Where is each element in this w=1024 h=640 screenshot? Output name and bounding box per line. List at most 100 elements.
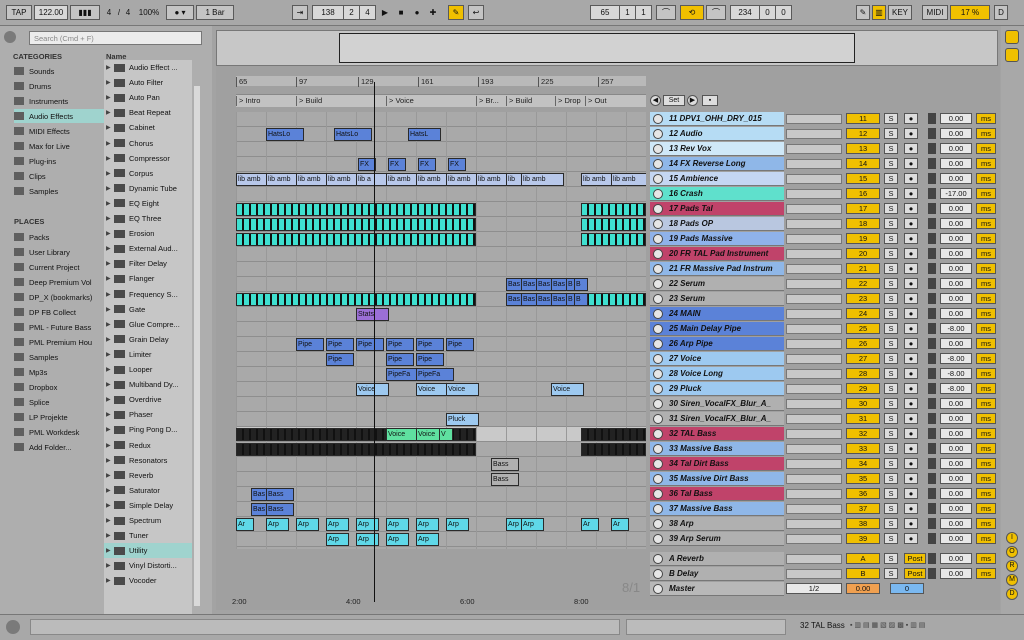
solo-button[interactable]: S [884,338,898,349]
track-activator-icon[interactable] [653,278,663,289]
clip[interactable]: Pipe [326,338,354,351]
delay-unit-button[interactable]: ms [976,248,996,259]
track-activator-icon[interactable] [653,383,663,394]
follow-icon[interactable]: ⇥ [292,5,308,20]
track-header[interactable]: 24 MAIN [650,307,784,321]
expand-icon[interactable]: ▶ [106,124,114,131]
info-view-icon[interactable] [6,620,20,634]
midi-clip-strip[interactable] [581,293,646,306]
metronome-icon[interactable]: ▮▮▮ [70,5,100,20]
delay-unit-button[interactable]: ms [976,568,996,579]
overview-viewport[interactable] [339,33,855,63]
clip[interactable]: Bass [266,503,294,516]
browser-item[interactable]: ▶ Grain Delay [104,332,192,347]
expand-icon[interactable]: ▶ [106,411,114,418]
arm-icon[interactable]: ● [904,233,918,244]
clip[interactable]: Pipe [356,338,384,351]
track-name[interactable]: 17 Pads Tal [669,204,713,213]
track-number-button[interactable]: 27 [846,353,880,364]
browser-item[interactable]: ▶ Resonators [104,453,192,468]
expand-icon[interactable]: ▶ [106,442,114,449]
track-activator-icon[interactable] [653,308,663,319]
track-lane[interactable] [236,487,646,502]
midi-clip-strip[interactable] [236,443,476,456]
track-activator-icon[interactable] [653,503,663,514]
expand-icon[interactable]: ▶ [106,245,114,252]
tap-button[interactable]: TAP [6,5,32,20]
expand-icon[interactable]: ▶ [106,215,114,222]
volume-field[interactable]: -8.00 [940,383,972,394]
track-activator-icon[interactable] [653,458,663,469]
track-lane[interactable] [236,412,646,427]
place-item[interactable]: DP FB Collect [14,305,104,319]
master-number[interactable]: 0 [890,583,924,594]
track-lane[interactable] [236,262,646,277]
category-audio-effects[interactable]: Audio Effects [14,109,104,123]
track-name[interactable]: 28 Voice Long [669,369,723,378]
arrangement-lanes[interactable]: HatsLo HatsLo HatsL FX FX FX FX lib amb lib amb l… [236,112,646,549]
io-toggle-m[interactable]: M [1006,574,1018,586]
master-cue-volume[interactable]: 0.00 [846,583,880,594]
expand-icon[interactable]: ▶ [106,109,114,116]
browser-item[interactable]: ▶ Chorus [104,136,192,151]
delay-unit-button[interactable]: ms [976,503,996,514]
track-name[interactable]: 30 Siren_VocalFX_Blur_A_ [669,399,771,408]
arm-icon[interactable]: ● [904,383,918,394]
clip[interactable]: Bass [491,473,519,486]
solo-button[interactable]: S [884,323,898,334]
sig-denominator[interactable]: 4 [121,5,135,20]
solo-button[interactable]: S [884,218,898,229]
clip[interactable]: Pipe [296,338,324,351]
expand-icon[interactable]: ▶ [106,472,114,479]
browser-item[interactable]: ▶ Erosion [104,226,192,241]
arm-icon[interactable]: ● [904,503,918,514]
expand-icon[interactable]: ▶ [106,426,114,433]
track-header[interactable]: 28 Voice Long [650,367,784,381]
solo-button[interactable]: S [884,568,898,579]
track-header[interactable]: 20 FR TAL Pad Instrument [650,247,784,261]
track-activator-icon[interactable] [653,428,663,439]
track-header[interactable]: 33 Massive Bass [650,442,784,456]
track-activator-icon[interactable] [653,553,663,564]
track-header[interactable]: 34 Tal Dirt Bass [650,457,784,471]
track-number-button[interactable]: 38 [846,518,880,529]
solo-button[interactable]: S [884,263,898,274]
volume-field[interactable]: 0.00 [940,218,972,229]
track-header[interactable]: 39 Arp Serum [650,532,784,546]
track-header[interactable]: 17 Pads Tal [650,202,784,216]
track-name[interactable]: 16 Crash [669,189,703,198]
track-activator-icon[interactable] [653,188,663,199]
fold-icon[interactable]: ▪ [702,95,718,106]
master-output-select[interactable]: 1/2 [786,583,842,594]
volume-field[interactable]: 0.00 [940,518,972,529]
clip[interactable]: HatsLo [334,128,372,141]
solo-button[interactable]: S [884,488,898,499]
browser-item[interactable]: ▶ Reverb [104,468,192,483]
track-activator-icon[interactable] [653,533,663,544]
arm-icon[interactable]: ● [904,353,918,364]
track-activator-icon[interactable] [653,583,663,594]
arm-icon[interactable]: ● [904,308,918,319]
volume-field[interactable]: 0.00 [940,473,972,484]
browser-item[interactable]: ▶ External Aud... [104,241,192,256]
track-activator-icon[interactable] [653,158,663,169]
clip[interactable]: Arp [266,518,289,531]
computer-keyboard-icon[interactable]: ▥ [872,5,886,20]
clip[interactable]: Voice [551,383,584,396]
expand-icon[interactable]: ▶ [106,275,114,282]
delay-unit-button[interactable]: ms [976,473,996,484]
track-number-button[interactable]: 22 [846,278,880,289]
track-name[interactable]: 34 Tal Dirt Bass [669,459,729,468]
track-header[interactable]: 38 Arp [650,517,784,531]
stop-icon[interactable]: ■ [394,5,408,20]
arm-icon[interactable]: ● [904,488,918,499]
clip[interactable]: Arp [356,518,379,531]
record-mode-icon[interactable]: ● ▾ [166,5,194,20]
track-name[interactable]: B Delay [669,569,698,578]
track-activator-icon[interactable] [653,413,663,424]
track-name[interactable]: 26 Arp Pipe [669,339,713,348]
category-max-for-live[interactable]: Max for Live [14,139,104,153]
track-lane[interactable] [236,532,646,547]
locator[interactable]: > Br... [476,96,499,106]
solo-button[interactable]: S [884,143,898,154]
